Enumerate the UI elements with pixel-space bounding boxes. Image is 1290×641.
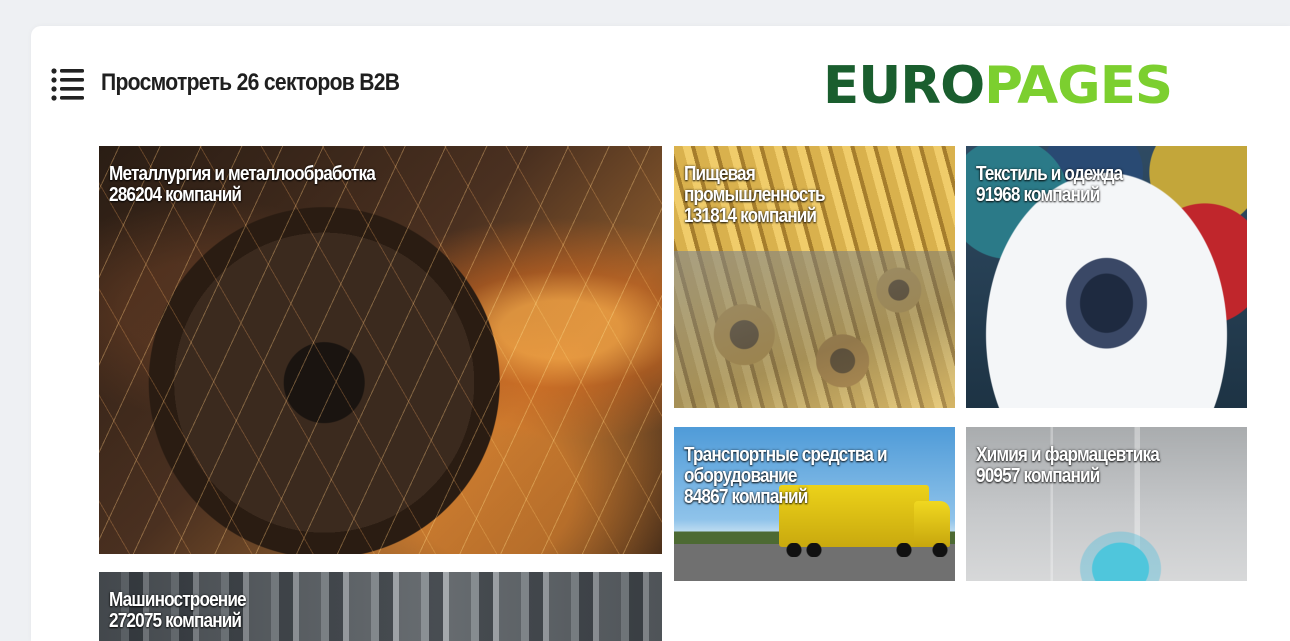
sector-tile-chemistry[interactable]: Химия и фармацевтика 90957 компаний [966, 427, 1247, 581]
browse-sectors-title[interactable]: Просмотреть 26 секторов B2B [101, 69, 400, 97]
logo-part-pages: PAGES [984, 56, 1173, 116]
sector-count: 90957 компаний [976, 465, 1100, 487]
sector-name: Химия и фармацевтика [976, 444, 1160, 466]
sector-name: Текстиль и одежда [976, 163, 1123, 185]
sector-tile-transport[interactable]: Транспортные средства и оборудование 848… [674, 427, 955, 581]
sector-caption: Транспортные средства и оборудование 848… [684, 445, 955, 508]
europages-logo[interactable]: EUROPAGES [823, 60, 1173, 112]
sector-count: 272075 компаний [109, 610, 242, 632]
logo-part-euro: EURO [823, 56, 985, 116]
sector-name: оборудование [684, 465, 797, 487]
list-icon[interactable] [51, 66, 85, 102]
sector-tile-metallurgy[interactable]: Металлургия и металлообработка 286204 ко… [99, 146, 662, 554]
sector-tile-machinery[interactable]: Машиностроение 272075 компаний [99, 572, 662, 641]
sector-count: 286204 компаний [109, 184, 242, 206]
sector-caption: Машиностроение 272075 компаний [109, 590, 662, 632]
sector-caption: Металлургия и металлообработка 286204 ко… [109, 164, 662, 206]
sector-caption: Химия и фармацевтика 90957 компаний [976, 445, 1247, 487]
sector-name: Машиностроение [109, 589, 247, 611]
sectors-card: Просмотреть 26 секторов B2B EUROPAGES Ме… [31, 26, 1290, 641]
sector-name: Транспортные средства и [684, 444, 888, 466]
sector-tile-food-industry[interactable]: Пищевая промышленность 131814 компаний [674, 146, 955, 408]
sector-caption: Пищевая промышленность 131814 компаний [684, 164, 955, 227]
sector-count: 91968 компаний [976, 184, 1100, 206]
sector-name: промышленность [684, 184, 826, 206]
sector-name: Металлургия и металлообработка [109, 163, 376, 185]
sector-caption: Текстиль и одежда 91968 компаний [976, 164, 1247, 206]
sector-tile-textile[interactable]: Текстиль и одежда 91968 компаний [966, 146, 1247, 408]
sector-count: 131814 компаний [684, 205, 817, 227]
sector-count: 84867 компаний [684, 486, 808, 508]
sector-name: Пищевая [684, 163, 756, 185]
